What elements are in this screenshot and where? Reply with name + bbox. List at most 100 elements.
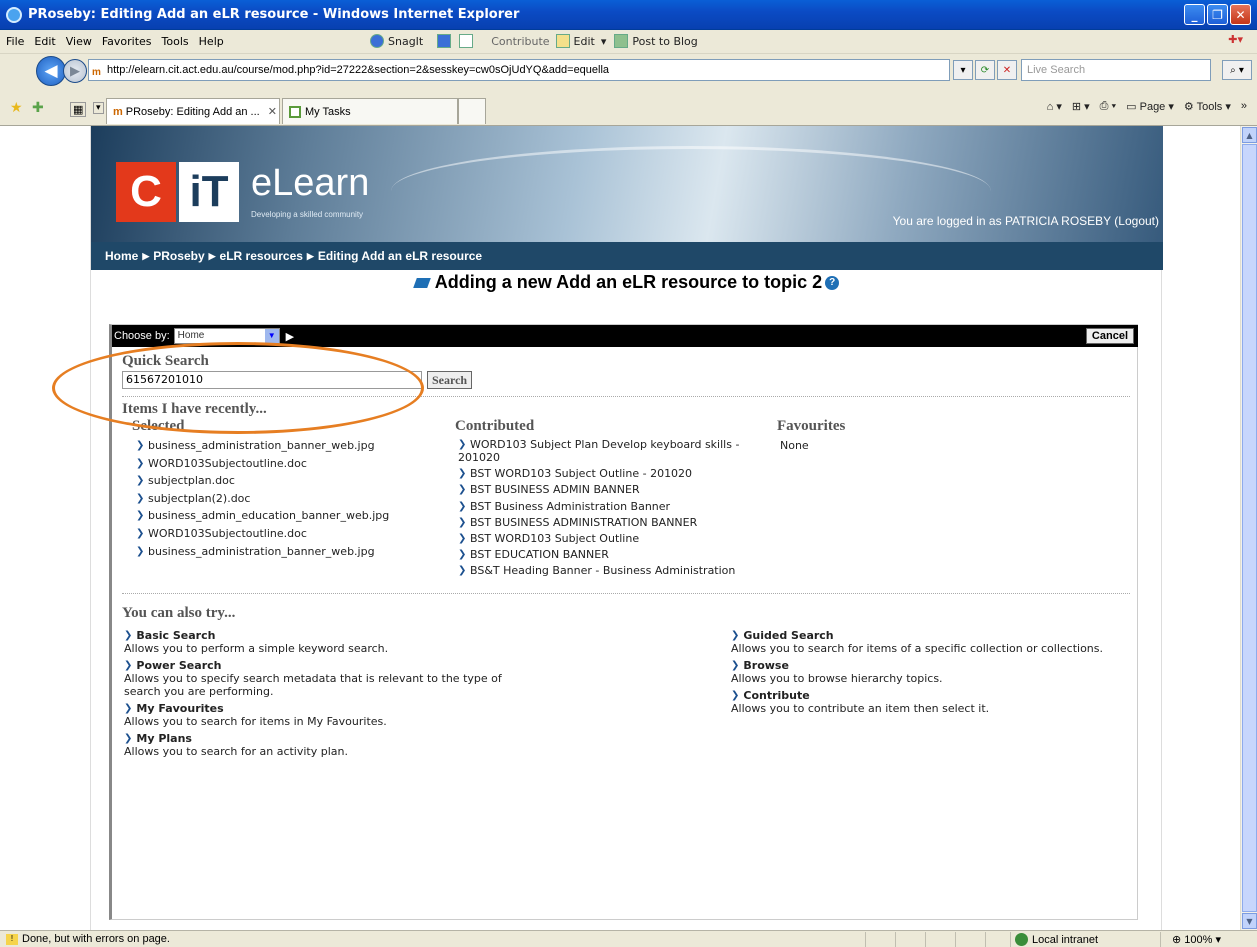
chevron-right-icon: ❯: [136, 440, 145, 451]
minimize-button[interactable]: _: [1184, 4, 1205, 25]
home-icon[interactable]: ⌂ ▾: [1047, 100, 1062, 113]
breadcrumb-proseby[interactable]: PRoseby: [153, 249, 204, 263]
contributed-item[interactable]: ❯ BST BUSINESS ADMINISTRATION BANNER: [458, 515, 739, 531]
my-favourites-desc: Allows you to search for items in My Fav…: [124, 715, 387, 728]
search-go-button[interactable]: ⌕ ▾: [1222, 60, 1252, 80]
menu-bar: File Edit View Favorites Tools Help Snag…: [0, 30, 1257, 54]
contributed-item[interactable]: ❯ BST WORD103 Subject Outline - 201020: [458, 466, 739, 482]
research-icon[interactable]: ✚▾: [1228, 33, 1243, 46]
you-can-also-try-title: You can also try...: [122, 605, 236, 621]
address-toolbar: ◀ ▶ ▼ m http://elearn.cit.act.edu.au/cou…: [0, 54, 1257, 90]
status-text[interactable]: Done, but with errors on page.: [22, 933, 170, 945]
menu-help[interactable]: Help: [199, 35, 224, 48]
snagit-window-icon[interactable]: [459, 34, 477, 48]
back-button[interactable]: ◀: [36, 56, 66, 86]
contributed-item[interactable]: ❯ BST WORD103 Subject Outline: [458, 531, 739, 547]
edit-icon: [555, 34, 570, 48]
chevron-right-icon: ❯: [731, 660, 740, 671]
refresh-button[interactable]: ⟳: [975, 60, 995, 80]
browse-link[interactable]: ❯ Browse: [731, 659, 1131, 672]
guided-search-desc: Allows you to search for items of a spec…: [731, 642, 1103, 655]
scroll-thumb[interactable]: [1242, 144, 1257, 912]
search-button[interactable]: Search: [427, 371, 473, 389]
quick-tabs-icon[interactable]: ▦: [70, 102, 87, 117]
warning-icon[interactable]: !: [6, 933, 18, 945]
selected-item[interactable]: ❯ subjectplan.doc: [136, 472, 389, 490]
vertical-scrollbar[interactable]: ▲ ▼: [1240, 126, 1257, 930]
new-tab-button[interactable]: [458, 98, 486, 124]
selected-item[interactable]: ❯ business_administration_banner_web.jpg: [136, 543, 389, 561]
power-search-link[interactable]: ❯ Power Search: [124, 659, 544, 672]
go-arrow-icon[interactable]: ▶: [286, 330, 294, 343]
site-name: eLearn: [251, 162, 370, 204]
chevron-right-icon: ❯: [731, 690, 740, 701]
zoom-level[interactable]: ⊕ 100% ▾: [1172, 933, 1221, 946]
selected-item[interactable]: ❯ business_admin_education_banner_web.jpg: [136, 507, 389, 525]
menu-view[interactable]: View: [66, 35, 92, 48]
post-to-blog-button[interactable]: Post to Blog: [614, 34, 698, 48]
logged-in-text[interactable]: You are logged in as PATRICIA ROSEBY (Lo…: [893, 214, 1159, 228]
tab-list-chevron-icon[interactable]: ▾: [93, 102, 104, 114]
snagit-icon: [370, 34, 384, 48]
chevron-right-icon: ❯: [124, 703, 133, 714]
more-chevron-icon[interactable]: »: [1241, 100, 1247, 113]
contributed-item[interactable]: ❯ BST Business Administration Banner: [458, 499, 739, 515]
selected-item[interactable]: ❯ WORD103Subjectoutline.doc: [136, 455, 389, 473]
contribute-button[interactable]: Contribute: [491, 34, 549, 48]
contributed-item[interactable]: ❯ BST EDUCATION BANNER: [458, 547, 739, 563]
selected-item[interactable]: ❯ subjectplan(2).doc: [136, 490, 389, 508]
page-menu-button[interactable]: ▭ Page ▾: [1126, 100, 1174, 113]
edit-button[interactable]: Edit ▾: [555, 34, 606, 48]
selected-item[interactable]: ❯ WORD103Subjectoutline.doc: [136, 525, 389, 543]
menu-edit[interactable]: Edit: [34, 35, 55, 48]
print-icon[interactable]: ⎙ ▾: [1100, 100, 1116, 113]
basic-search-link[interactable]: ❯ Basic Search: [124, 629, 544, 642]
help-icon[interactable]: ?: [825, 276, 840, 291]
my-favourites-link[interactable]: ❯ My Favourites: [124, 702, 544, 715]
close-window-button[interactable]: ✕: [1230, 4, 1251, 25]
cit-logo-c: C: [116, 162, 176, 222]
feeds-icon[interactable]: ⊞ ▾: [1072, 100, 1090, 113]
tools-menu-button[interactable]: ⚙ Tools ▾: [1184, 100, 1231, 113]
live-search-input[interactable]: Live Search: [1021, 59, 1211, 81]
my-plans-link[interactable]: ❯ My Plans: [124, 732, 544, 745]
chevron-right-icon: ❯: [136, 457, 145, 469]
contributed-list: ❯ WORD103 Subject Plan Develop keyboard s…: [458, 437, 739, 580]
menu-tools[interactable]: Tools: [162, 35, 189, 48]
contribute-link[interactable]: ❯ Contribute: [731, 689, 1131, 702]
chevron-right-icon: ❯: [124, 733, 133, 744]
forward-button[interactable]: ▶: [63, 59, 87, 83]
contributed-item-wrap[interactable]: 201020: [458, 452, 739, 463]
cit-logo-t: iT: [179, 162, 239, 222]
menu-favorites[interactable]: Favorites: [102, 35, 152, 48]
guided-search-link[interactable]: ❯ Guided Search: [731, 629, 1131, 642]
chevron-right-icon: ❯: [136, 527, 145, 539]
page-title: Adding a new Add an eLR resource to topi…: [91, 272, 1163, 293]
security-zone[interactable]: Local intranet: [1015, 933, 1098, 946]
breadcrumb-elr-resources[interactable]: eLR resources: [220, 249, 303, 263]
stop-button[interactable]: ✕: [997, 60, 1017, 80]
address-dropdown-button[interactable]: ▾: [953, 60, 973, 80]
contributed-item[interactable]: ❯ BST BUSINESS ADMIN BANNER: [458, 482, 739, 498]
restore-button[interactable]: ❐: [1207, 4, 1228, 25]
close-tab-icon[interactable]: ✕: [268, 105, 277, 118]
page-icon: [289, 105, 301, 118]
scroll-up-button[interactable]: ▲: [1242, 127, 1257, 143]
selected-list: ❯ business_administration_banner_web.jpg …: [136, 437, 389, 560]
favorites-star-icon[interactable]: ★: [10, 100, 23, 116]
contributed-item[interactable]: ❯ BS&T Heading Banner - Business Administ…: [458, 563, 739, 579]
scroll-down-button[interactable]: ▼: [1242, 913, 1257, 929]
snagit-capture-icon[interactable]: [437, 34, 455, 48]
window-title: PRoseby: Editing Add an eLR resource - W…: [28, 7, 520, 22]
snagit-button[interactable]: SnagIt: [370, 34, 423, 48]
cancel-button[interactable]: Cancel: [1085, 328, 1134, 344]
tab-my-tasks[interactable]: My Tasks: [282, 98, 458, 124]
chevron-right-icon: ❯: [458, 533, 467, 545]
add-favorite-icon[interactable]: ✚: [32, 100, 44, 116]
selected-item[interactable]: ❯ business_administration_banner_web.jpg: [136, 437, 389, 455]
address-input[interactable]: m http://elearn.cit.act.edu.au/course/mo…: [88, 59, 950, 81]
menu-file[interactable]: File: [6, 35, 24, 48]
tab-proseby[interactable]: m PRoseby: Editing Add an ... ✕: [106, 98, 280, 124]
contributed-item[interactable]: ❯ WORD103 Subject Plan Develop keyboard s…: [458, 437, 739, 453]
breadcrumb-home[interactable]: Home: [105, 249, 138, 263]
